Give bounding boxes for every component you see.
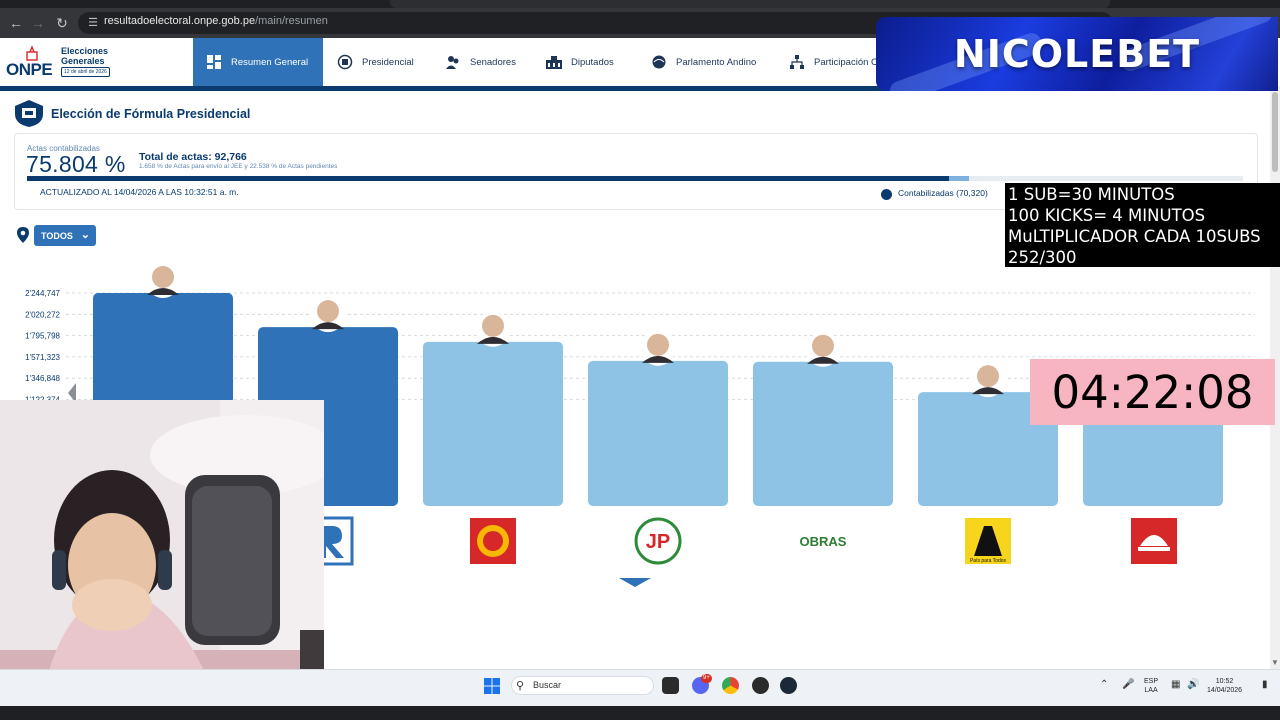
chrome-icon[interactable] [722, 677, 739, 694]
onpe-wordmark: ONPE [6, 60, 53, 79]
nav-diputados[interactable]: Diputados [545, 38, 614, 86]
y-tick-label: 1'795,798 [25, 332, 60, 341]
notifications-icon[interactable]: ▮ [1262, 679, 1268, 690]
site-info-icon[interactable]: ☰ [86, 16, 100, 30]
chevron-up-icon[interactable]: ⌃ [1100, 679, 1108, 690]
y-tick-label: 2'020,272 [25, 310, 60, 319]
windows-start-icon[interactable] [484, 678, 500, 694]
nav-participacion[interactable]: Participación C [788, 38, 878, 86]
candidate-face [812, 334, 834, 357]
language-indicator[interactable]: ESP LAA [1144, 677, 1158, 695]
brand-text: NICOLEBET [953, 32, 1201, 76]
subathon-timer: 04:22:08 [1030, 359, 1275, 425]
actas-percentage: 75.804 % [26, 151, 126, 177]
volume-icon[interactable]: 🔊 [1187, 679, 1199, 690]
road-logo-text: País para Todos [970, 558, 1007, 564]
nav-parlamento-andino[interactable]: Parlamento Andino [650, 38, 756, 86]
y-tick-label: 2'244,747 [25, 289, 60, 298]
candidate-face [482, 314, 504, 337]
app-icon[interactable] [752, 677, 769, 694]
chevron-down-icon: ⌄ [80, 229, 90, 241]
subs-rule-line: MuLTIPLICADOR CADA 10SUBS [1008, 227, 1261, 246]
clock[interactable]: 10:52 14/04/2026 [1207, 677, 1242, 695]
selection-caret-icon [619, 578, 651, 587]
globe-icon [652, 55, 666, 69]
location-pin-icon [17, 227, 29, 243]
nav-label: Resumen General [231, 56, 309, 68]
steam-icon[interactable] [780, 677, 797, 694]
election-title: Elecciones Generales [61, 46, 109, 66]
nav-label: Diputados [571, 56, 614, 68]
actas-subtext: 1.658 % de Actas para envío al JEE y 22.… [139, 163, 338, 170]
updated-timestamp: ACTUALIZADO AL 14/04/2026 A LAS 10:32:51… [40, 187, 239, 197]
candidate-face [152, 266, 174, 288]
onpe-logo[interactable]: ONPE [6, 45, 58, 81]
y-tick-label: 1'346,848 [25, 374, 60, 383]
streamer-webcam-image [0, 400, 324, 708]
progress-jee [949, 176, 969, 181]
tab-strip[interactable] [390, 0, 1110, 8]
taskview-icon[interactable] [662, 677, 679, 694]
scroll-thumb[interactable] [1272, 92, 1278, 172]
microphone-icon[interactable]: 🎤 [1122, 679, 1134, 690]
url-host: resultadoelectoral.onpe.gob.pe [104, 15, 256, 27]
nav-presidencial[interactable]: Presidencial [336, 38, 414, 86]
legend-dot [881, 189, 892, 200]
scroll-down-icon[interactable]: ▼ [1271, 658, 1279, 667]
page-title: Elección de Fórmula Presidencial [51, 107, 251, 121]
network-icon[interactable]: ▦ [1171, 679, 1180, 690]
url-text[interactable]: resultadoelectoral.onpe.gob.pe/main/resu… [104, 15, 328, 27]
webcam-overlay [0, 400, 324, 708]
network-icon [790, 55, 804, 69]
url-path: /main/resumen [255, 15, 328, 27]
nav-resumen-general[interactable]: Resumen General [193, 38, 323, 86]
taskbar-search-label: Buscar [533, 680, 562, 690]
clock-date: 14/04/2026 [1207, 687, 1243, 694]
candidate-face [977, 365, 999, 388]
ballot-box-icon [26, 45, 38, 61]
subs-rule-line: 1 SUB=30 MINUTOS [1008, 185, 1175, 204]
candidate-face [317, 300, 339, 323]
search-icon: ⚲ [516, 680, 525, 692]
brand-banner: NICOLEBET [876, 17, 1278, 91]
building-icon [546, 56, 562, 69]
nav-label: Participación C [814, 56, 878, 68]
legend-contabilizadas: Contabilizadas (70,320) [898, 188, 988, 198]
screen: ← → ↻ ☰ resultadoelectoral.onpe.gob.pe/m… [0, 0, 1280, 720]
nav-label: Presidencial [362, 56, 414, 68]
subs-goal-counter: 252/300 [1008, 248, 1077, 267]
total-actas: Total de actas: 92,766 [139, 151, 247, 163]
election-date: 12 de abril de 2026 [61, 67, 110, 77]
keyboard-layout: LAA [1144, 687, 1158, 694]
clock-time: 10:52 [1215, 678, 1234, 685]
y-tick-label: 1'571,323 [25, 353, 60, 362]
result-bar [753, 361, 893, 506]
filter-value: TODOS [41, 230, 73, 241]
result-bar [423, 341, 563, 506]
back-icon[interactable]: ← [6, 13, 26, 33]
nav-label: Senadores [470, 56, 516, 68]
subathon-rules-box: 1 SUB=30 MINUTOS 100 KICKS= 4 MINUTOS Mu… [1005, 183, 1280, 267]
helmet-brim [1138, 547, 1170, 551]
sun-face [483, 531, 503, 551]
nav-senadores[interactable]: Senadores [444, 38, 516, 86]
jp-logo-text: JP [646, 531, 670, 553]
screen-bottom-edge [0, 706, 1280, 720]
subs-rule-line: 100 KICKS= 4 MINUTOS [1008, 206, 1206, 225]
reload-icon[interactable]: ↻ [52, 13, 72, 33]
presidential-seal-icon [15, 100, 43, 127]
progress-contabilizadas [27, 176, 949, 181]
language-code: ESP [1144, 678, 1159, 685]
region-filter-select[interactable]: TODOS ⌄ [34, 225, 96, 246]
obras-logo-text: OBRAS [800, 534, 847, 549]
forward-icon[interactable]: → [28, 13, 48, 33]
notification-badge: 9+ [701, 674, 712, 683]
people-icon [446, 56, 459, 69]
seal-icon [337, 54, 353, 70]
nav-label: Parlamento Andino [676, 56, 757, 68]
candidate-face [647, 333, 669, 356]
grid-icon [207, 55, 221, 69]
result-bar [588, 360, 728, 506]
